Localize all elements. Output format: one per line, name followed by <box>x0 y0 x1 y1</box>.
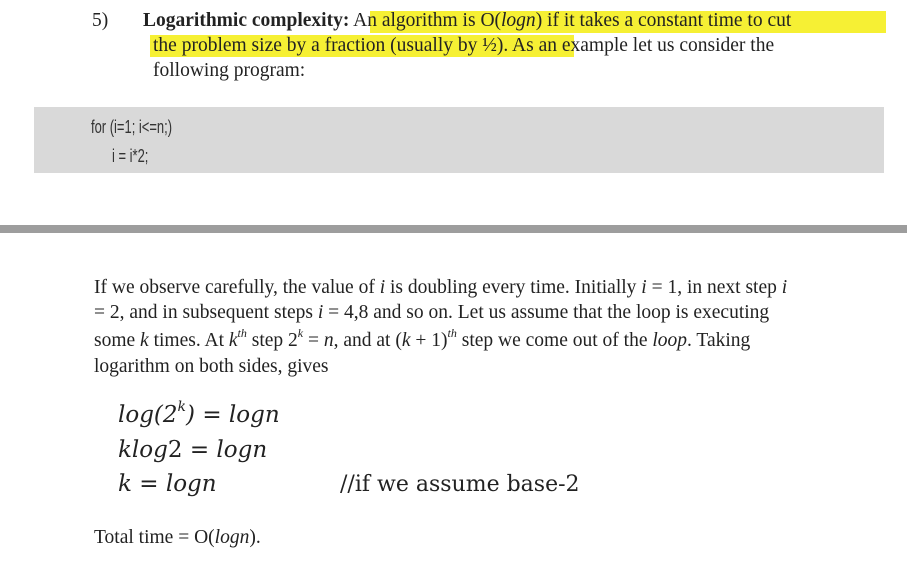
equation-1: log(2k) = logn <box>118 399 280 428</box>
item-number: 5) <box>92 10 109 31</box>
item-term: Logarithmic complexity: <box>143 10 350 31</box>
paragraph-line-2: = 2, and in subsequent steps i = 4,8 and… <box>94 302 770 323</box>
total-time: Total time = O(logn). <box>94 527 261 548</box>
code-line-2: i = i*2; <box>112 146 149 166</box>
item-line-3: following program: <box>153 60 306 81</box>
code-line-1: for (i=1; i<=n;) <box>91 117 173 137</box>
paragraph-line-3: some k times. At kth step 2k = n, and at… <box>94 326 751 351</box>
paragraph-line-1: If we observe carefully, the value of i … <box>94 277 788 298</box>
page-separator <box>0 225 907 233</box>
equation-comment: //if we assume base-2 <box>340 472 580 497</box>
equation-3: k = logn <box>118 471 217 497</box>
item-line-1: Logarithmic complexity: An algorithm is … <box>143 8 791 33</box>
item-line-1-text: An algorithm is O(logn) if it takes a co… <box>353 10 792 31</box>
item-line-2: the problem size by a fraction (usually … <box>153 35 775 56</box>
equation-2: klog2 = logn <box>118 437 268 463</box>
paragraph-line-4: logarithm on both sides, gives <box>94 356 329 377</box>
